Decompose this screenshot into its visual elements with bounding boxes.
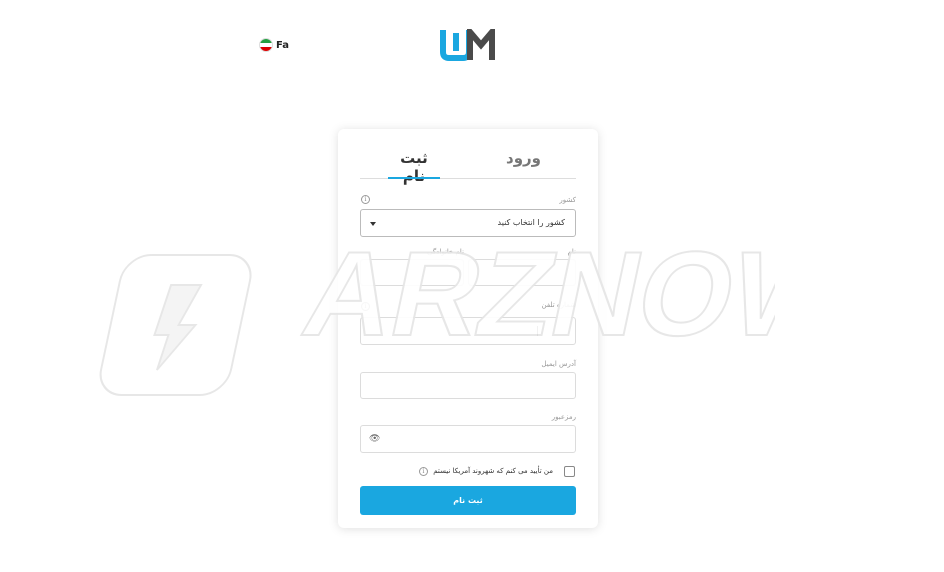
bolt-icon [153,284,203,371]
country-info-icon[interactable]: i [361,195,370,204]
phone-field[interactable] [360,317,576,345]
country-label: کشور [559,196,576,204]
iran-flag-icon [259,38,273,52]
phone-info-icon[interactable]: i [361,302,370,311]
country-select[interactable]: کشور را انتخاب کنید [360,209,576,237]
us-citizen-checkbox[interactable] [564,466,575,477]
watermark-logo-shape [99,254,252,396]
first-name-field[interactable] [468,259,576,286]
email-label: آدرس ایمیل [541,360,576,368]
phone-label: شماره تلفن [541,301,576,309]
country-select-value: کشور را انتخاب کنید [497,218,566,227]
us-citizen-info-icon[interactable]: i [419,467,428,476]
language-selector[interactable]: Fa [259,38,289,52]
last-name-label: نام خانوادگی [427,248,464,256]
email-field[interactable] [360,372,576,399]
password-field[interactable]: 👁 [360,425,576,453]
auth-tabs: ثبت نام ورود [360,143,576,185]
register-button[interactable]: ثبت نام [360,486,576,515]
tab-register[interactable]: ثبت نام [388,149,440,185]
text-cursor [537,326,538,336]
language-label: Fa [276,39,289,51]
eye-icon[interactable]: 👁 [369,434,380,444]
tab-login[interactable]: ورود [506,149,541,167]
us-citizen-label: من تأیید می کنم که شهروند آمریکا نیستم [433,467,553,475]
first-name-label: نام [567,248,576,256]
last-name-field[interactable] [360,259,464,286]
signup-card: ثبت نام ورود کشور i کشور را انتخاب کنید … [338,129,598,528]
password-label: رمزعبور [551,413,576,421]
chevron-down-icon [370,222,376,226]
wm-logo [440,23,496,67]
